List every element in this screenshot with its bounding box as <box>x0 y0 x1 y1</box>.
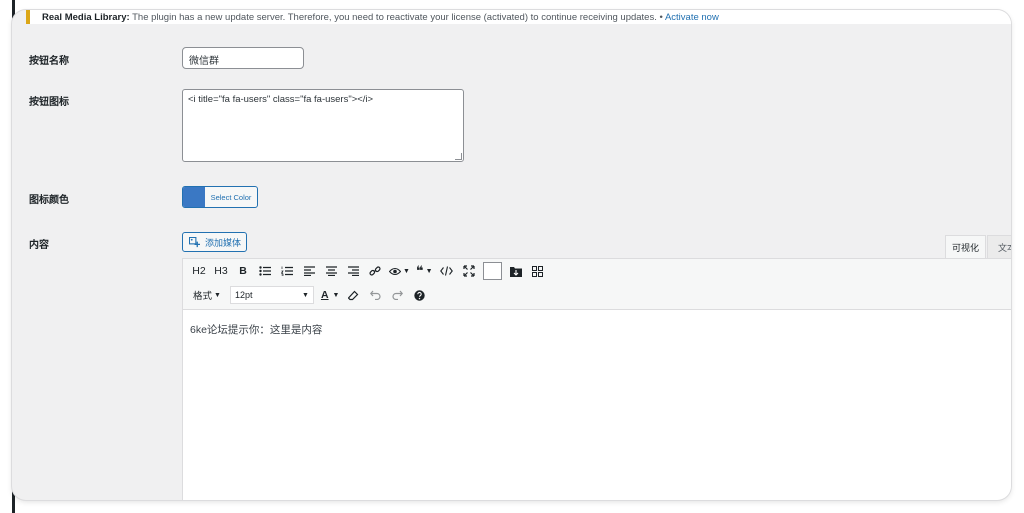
bold-button[interactable]: B <box>232 260 254 282</box>
color-swatch <box>183 187 205 207</box>
align-left-icon[interactable] <box>298 260 320 282</box>
notice-message: The plugin has a new update server. Ther… <box>129 12 665 23</box>
chevron-down-icon: ▼ <box>403 267 410 275</box>
heading2-button[interactable]: H2 <box>188 260 210 282</box>
notice-plugin-name: Real Media Library: <box>42 12 130 23</box>
eraser-icon[interactable] <box>342 284 364 306</box>
button-icon-textarea[interactable]: <i title="fa fa-users" class="fa fa-user… <box>182 89 464 162</box>
font-size-value: 12pt <box>234 290 253 300</box>
button-icon-label: 按钮图标 <box>29 97 69 108</box>
add-media-label: 添加媒体 <box>205 237 242 248</box>
text-color-dropdown[interactable]: A ▼ <box>318 284 343 306</box>
numbered-list-icon[interactable] <box>276 260 298 282</box>
select-color-button[interactable]: Select Color <box>182 186 258 208</box>
toolbar-row-2: 格式 ▼ 12pt ▼ A ▼ <box>188 284 430 306</box>
format-label: 格式 <box>193 291 213 302</box>
chevron-down-icon: ▼ <box>214 291 221 299</box>
content-label: 内容 <box>29 240 49 251</box>
color-box-icon[interactable] <box>482 262 502 280</box>
tab-visual[interactable]: 可视化 <box>945 235 986 259</box>
chevron-down-icon: ▼ <box>332 291 340 299</box>
insert-folder-icon[interactable] <box>505 260 527 282</box>
tab-text[interactable]: 文本 <box>987 235 1011 259</box>
help-icon[interactable] <box>408 284 430 306</box>
link-icon[interactable] <box>364 260 386 282</box>
font-size-select[interactable]: 12pt ▼ <box>229 286 314 304</box>
quote-icon: ❝ <box>415 263 424 278</box>
grid-icon[interactable] <box>527 260 549 282</box>
button-icon-code: <i title="fa fa-users" class="fa fa-user… <box>188 94 374 105</box>
editor-body-text[interactable]: 6ke论坛提示你：这里是内容 <box>190 322 322 337</box>
heading3-button[interactable]: H3 <box>210 260 232 282</box>
settings-panel: Real Media Library: The plugin has a new… <box>12 10 1011 500</box>
button-name-input[interactable]: 微信群 <box>182 47 304 69</box>
update-notice: Real Media Library: The plugin has a new… <box>26 10 1011 24</box>
redo-icon[interactable] <box>386 284 408 306</box>
button-name-label: 按钮名称 <box>29 56 69 67</box>
undo-icon[interactable] <box>364 284 386 306</box>
bullet-list-icon[interactable] <box>254 260 276 282</box>
activate-now-link[interactable]: Activate now <box>665 12 719 23</box>
blockquote-dropdown[interactable]: ❝ ▼ <box>413 260 436 282</box>
chevron-down-icon: ▼ <box>425 267 433 275</box>
align-right-icon[interactable] <box>342 260 364 282</box>
fullscreen-icon[interactable] <box>458 260 480 282</box>
editor-toolbar: H2 H3 B ▼ ❝ ▼ 格式 ▼ 12pt ▼ A ▼ <box>183 259 1011 310</box>
resize-handle-icon[interactable] <box>455 153 462 160</box>
chevron-down-icon: ▼ <box>302 291 309 299</box>
toolbar-row-1: H2 H3 B ▼ ❝ ▼ <box>188 260 549 282</box>
format-select[interactable]: 格式 ▼ <box>188 284 226 306</box>
visibility-dropdown[interactable]: ▼ <box>386 260 413 282</box>
code-icon[interactable] <box>436 260 458 282</box>
rich-text-editor: H2 H3 B ▼ ❝ ▼ 格式 ▼ 12pt ▼ A ▼ 6ke论坛提示你：这… <box>182 258 1011 500</box>
select-color-label: Select Color <box>210 192 252 202</box>
icon-color-label: 图标颜色 <box>29 195 69 206</box>
text-color-icon: A <box>320 289 329 301</box>
add-media-button[interactable]: 添加媒体 <box>182 232 247 252</box>
eye-icon <box>389 267 401 275</box>
add-media-icon <box>189 236 200 247</box>
align-center-icon[interactable] <box>320 260 342 282</box>
